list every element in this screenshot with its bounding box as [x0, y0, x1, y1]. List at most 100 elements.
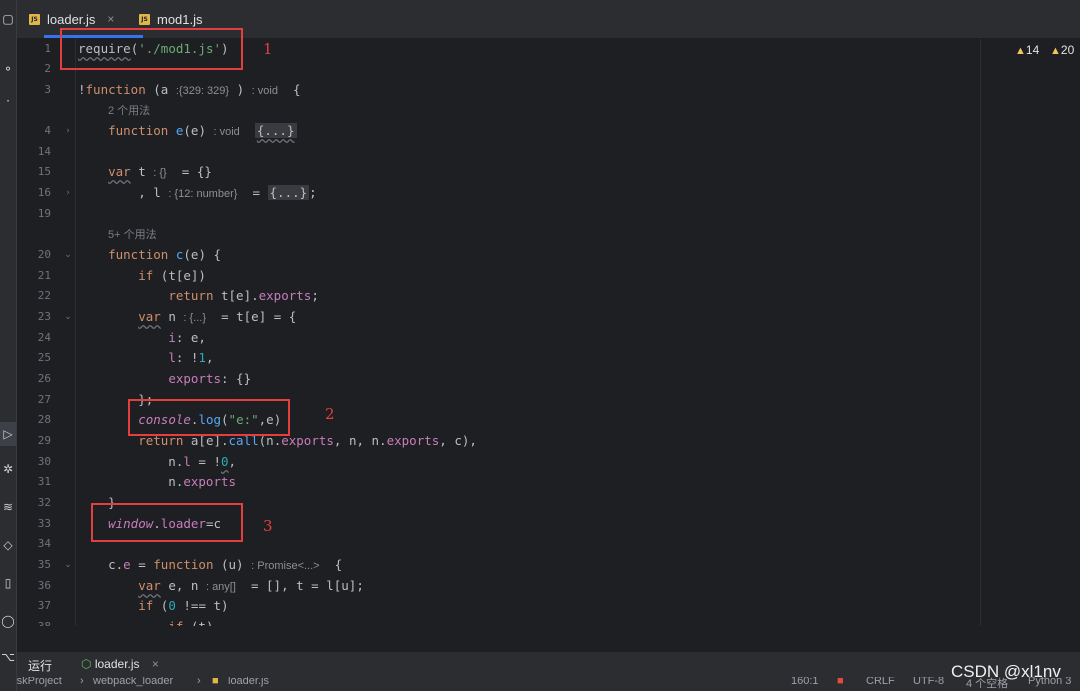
tab-label: mod1.js [157, 11, 203, 27]
breadcrumb-project[interactable]: flaskProject [17, 677, 62, 687]
code-text: exports: {} [168, 371, 252, 386]
line-number: 4 [44, 124, 51, 137]
line-number: 22 [37, 289, 51, 302]
js-file-icon: JS [29, 13, 40, 25]
code-line: 24 i: e, [17, 328, 980, 348]
line-number: 24 [37, 331, 51, 344]
line-number: 15 [37, 165, 51, 178]
watermark: CSDN @xl1nv [951, 662, 1061, 681]
usage-hint[interactable]: 2 个用法 [108, 105, 150, 117]
code-line: 25 l: !1, [17, 348, 980, 368]
close-icon[interactable]: × [152, 657, 159, 671]
type-hint: : {12: number} [168, 188, 238, 200]
code-text: n.exports [78, 474, 237, 489]
git-icon[interactable]: ⌥ [0, 650, 16, 664]
code-text: if (t) [78, 617, 213, 626]
line-number: 32 [37, 496, 51, 509]
code-line: 4 › function e(e) : void {...} [17, 121, 980, 141]
line-number: 35 [37, 558, 51, 571]
code-text: if (t[e]) [138, 268, 206, 283]
line-number: 20 [37, 248, 51, 261]
type-hint: : void [213, 126, 240, 138]
fold-expand-icon[interactable]: › [63, 183, 73, 203]
line-number: 16 [37, 186, 51, 199]
usage-hint[interactable]: 5+ 个用法 [108, 229, 157, 241]
line-number: 26 [37, 372, 51, 385]
project-icon[interactable]: ▢ [0, 12, 16, 26]
status-bar: flaskProject › webpack_loader › ■ loader… [17, 677, 1080, 691]
warning-icon: ▲ [1015, 45, 1026, 57]
annotation-box-2 [128, 399, 290, 436]
code-line: 15 var t : {} = {} [17, 162, 980, 182]
code-line: 30 n.l = !0, [17, 452, 980, 472]
code-line: 22 return t[e].exports; [17, 286, 980, 306]
close-icon[interactable]: × [107, 12, 114, 26]
run-config-tab[interactable]: ⬡ loader.js × [81, 657, 159, 671]
left-toolbar: ▢ ⚬ · ▷ ✲ ≋ ◇ ▯ ◯ ⌥ [0, 0, 17, 691]
code-text: var e, n : any[] = [], t = l[u]; [138, 578, 364, 593]
code-text: l: !1, [168, 350, 214, 365]
run-tool-icon[interactable]: ▷ [0, 422, 16, 446]
code-line: 3 !function (a :{329: 329} ) : void { [17, 80, 980, 100]
line-number: 31 [37, 475, 51, 488]
file-encoding[interactable]: UTF-8 [913, 677, 944, 687]
code-text: i: e, [168, 330, 206, 345]
code-line: 36 var e, n : any[] = [], t = l[u]; [17, 576, 980, 596]
fold-collapse-icon[interactable]: ⌄ [63, 245, 73, 265]
breadcrumb-separator: › [197, 677, 201, 687]
type-hint: : void [251, 85, 278, 97]
run-title: 运行 [28, 659, 53, 673]
line-number: 14 [37, 145, 51, 158]
fold-collapse-icon[interactable]: ⌄ [63, 555, 73, 575]
plugin-icon[interactable]: ■ [837, 677, 844, 687]
line-number: 33 [37, 517, 51, 530]
annotation-number-3: 3 [263, 517, 273, 535]
debug-icon[interactable]: ✲ [0, 462, 16, 476]
breadcrumb-separator: › [80, 677, 84, 687]
code-line: 35 ⌄ c.e = function (u) : Promise<...> { [17, 555, 980, 575]
warnings-indicator[interactable]: ▲14 [1015, 43, 1039, 57]
commit-icon[interactable]: ⚬ [0, 62, 16, 76]
breadcrumb-file[interactable]: loader.js [228, 677, 269, 687]
code-lens[interactable]: 5+ 个用法 [17, 224, 980, 244]
code-line: 21 if (t[e]) [17, 266, 980, 286]
line-number: 30 [37, 455, 51, 468]
code-text: !function (a :{329: 329} ) : void { [78, 82, 301, 97]
js-file-icon: ■ [212, 677, 219, 687]
line-number: 36 [37, 579, 51, 592]
fold-collapse-icon[interactable]: ⌄ [63, 307, 73, 327]
code-text: function c(e) { [108, 247, 222, 262]
run-toolwindow-header: 运行 ⬡ loader.js × [17, 651, 1080, 678]
code-text: if (0 !== t) [138, 598, 229, 613]
breadcrumb-folder[interactable]: webpack_loader [93, 677, 173, 687]
annotation-box-1 [60, 28, 243, 70]
code-line: 19 [17, 204, 980, 224]
layers-icon[interactable]: ≋ [0, 500, 16, 514]
terminal-icon[interactable]: ▯ [0, 576, 16, 590]
line-number: 21 [37, 269, 51, 282]
code-text: return t[e].exports; [168, 288, 319, 303]
line-number: 34 [37, 537, 51, 550]
fold-expand-icon[interactable]: › [63, 121, 73, 141]
type-hint: : {} [153, 167, 167, 179]
problems-icon[interactable]: ◯ [0, 614, 16, 628]
inspection-strip: ▲14 ▲20 [980, 39, 1080, 626]
type-hint: :{329: 329} [175, 85, 230, 97]
code-text: n.l = !0, [78, 454, 237, 469]
code-line: 16 › , l : {12: number} = {...}; [17, 183, 980, 203]
services-icon[interactable]: ◇ [0, 538, 16, 552]
annotation-number-2: 2 [325, 405, 335, 423]
line-separator[interactable]: CRLF [866, 677, 895, 687]
line-number: 3 [44, 83, 51, 96]
line-number: 37 [37, 599, 51, 612]
code-line: 23 ⌄ var n : {...} = t[e] = { [17, 307, 980, 327]
code-text: , l : {12: number} = {...}; [78, 185, 317, 200]
code-line: 37 if (0 !== t) [17, 596, 980, 616]
caret-position[interactable]: 160:1 [791, 677, 819, 687]
weak-warnings-indicator[interactable]: ▲20 [1050, 43, 1074, 57]
code-line: 31 n.exports [17, 472, 980, 492]
more-icon[interactable]: · [0, 94, 16, 108]
line-number: 28 [37, 413, 51, 426]
code-lens[interactable]: 2 个用法 [17, 100, 980, 120]
line-number: 2 [44, 62, 51, 75]
